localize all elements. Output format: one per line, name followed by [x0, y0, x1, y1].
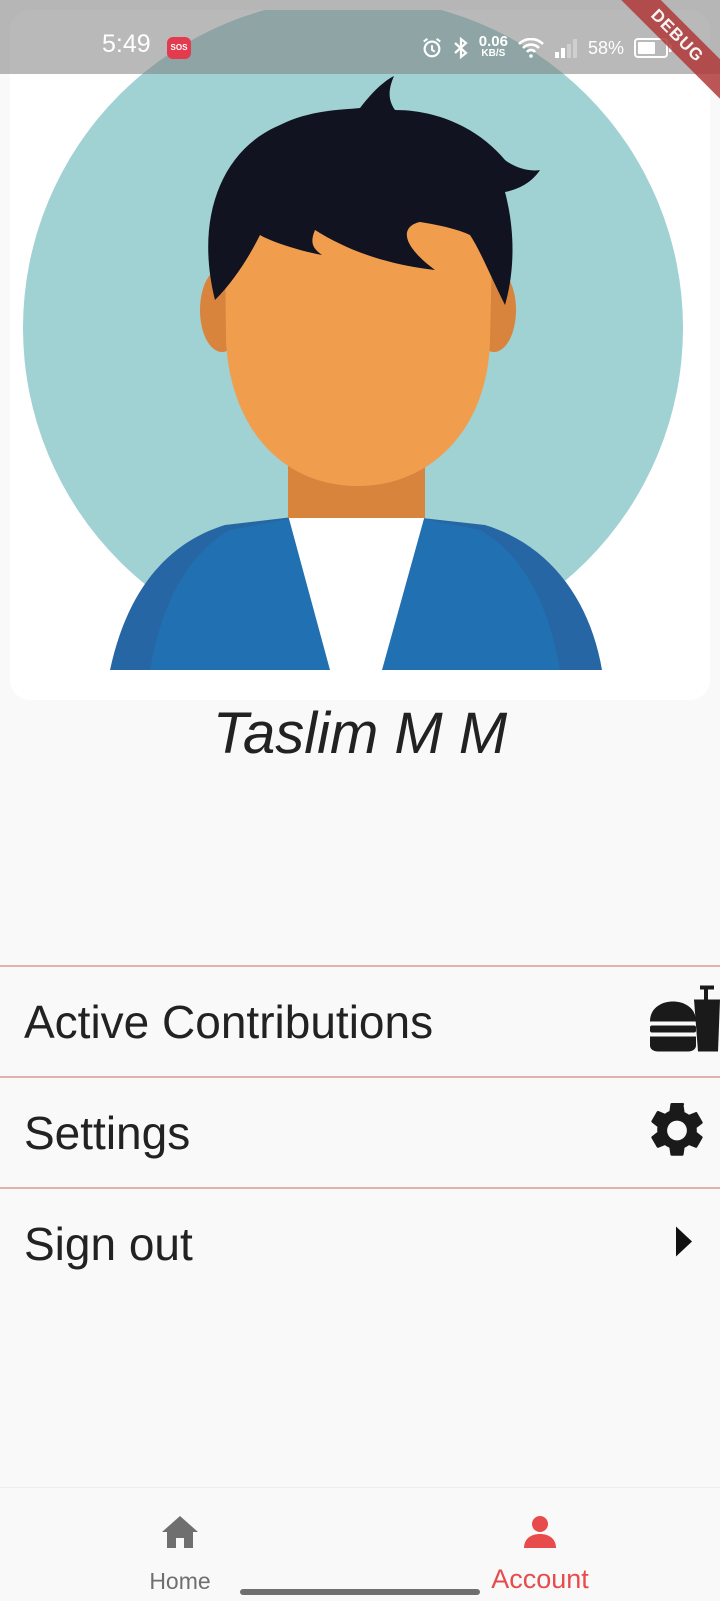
avatar-illustration [23, 10, 683, 670]
sos-badge: SOS [167, 37, 191, 59]
net-speed-value: 0.06 [478, 33, 508, 50]
alarm-icon [422, 38, 441, 58]
menu-item-label: Sign out [24, 1217, 193, 1270]
bottom-nav: Home Account [0, 1487, 720, 1601]
menu-item-settings[interactable]: Settings [0, 1076, 720, 1187]
home-indicator[interactable] [240, 1589, 480, 1595]
user-name: Taslim M M [212, 701, 508, 766]
gear-icon [644, 1097, 710, 1168]
net-speed-unit: KB/S [481, 48, 506, 59]
battery-percent: 58% [587, 37, 624, 58]
arrow-right-icon [672, 1224, 694, 1263]
nav-item-home[interactable]: Home [0, 1488, 360, 1601]
status-icons: 0.06 KB/S 58% [421, 33, 672, 63]
menu-item-label: Active Contributions [24, 995, 434, 1048]
status-time: 5:49 [102, 30, 151, 58]
menu-item-sign-out[interactable]: Sign out [0, 1187, 720, 1298]
net-speed: 0.06 KB/S [478, 33, 508, 60]
fast-food-icon [640, 979, 720, 1064]
home-icon [162, 1516, 198, 1548]
status-bar: 5:49 SOS 0.06 KB/S 58% [0, 0, 720, 74]
menu-item-active-contributions[interactable]: Active Contributions [0, 965, 720, 1076]
signal-icon [554, 39, 577, 58]
person-icon [524, 1516, 556, 1548]
wifi-icon [518, 38, 544, 58]
nav-item-account[interactable]: Account [360, 1488, 720, 1601]
avatar-card [10, 10, 710, 700]
account-menu: Active Contributions Settings Sign out [0, 965, 720, 1298]
menu-item-label: Settings [24, 1106, 191, 1159]
bluetooth-icon [454, 36, 468, 60]
